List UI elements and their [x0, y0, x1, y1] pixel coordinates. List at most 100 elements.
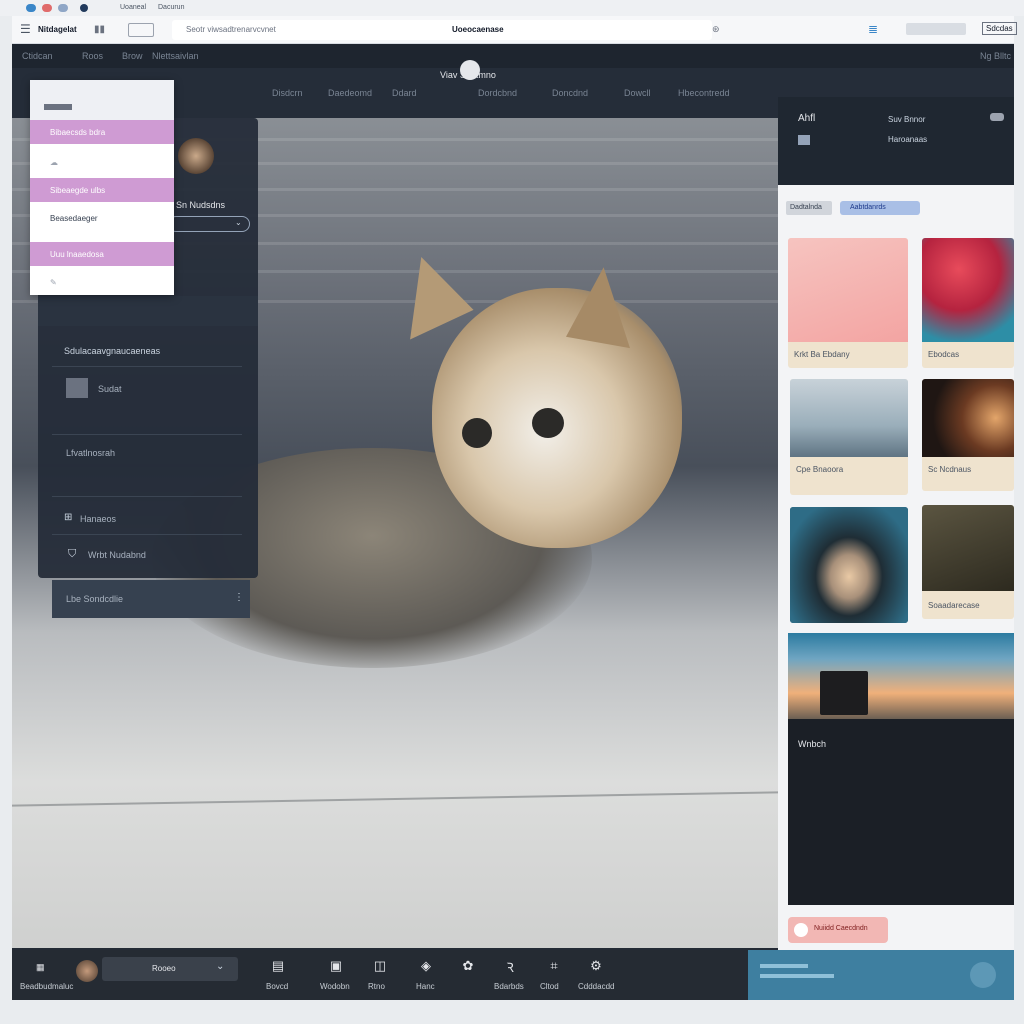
gallery-card[interactable] [790, 507, 908, 623]
settings-icon[interactable]: ⚙ [586, 958, 606, 976]
info-icon[interactable]: ⊛ [712, 24, 720, 35]
user-label: Beadbudmaluc [20, 982, 74, 991]
search-input[interactable]: Rooeo ⌄ [102, 957, 238, 981]
secondary-nav-link[interactable]: Ddard [392, 88, 417, 98]
tool-label[interactable]: Bdarbds [494, 982, 524, 991]
filter-chip[interactable]: Dadtalnda [786, 201, 832, 215]
list-item[interactable]: Wrbt Nudabnd [88, 550, 146, 560]
filter-chip-active[interactable]: Aabtdanrds [840, 201, 920, 215]
grid-icon[interactable]: ▦ [36, 962, 45, 973]
gallery-card[interactable]: Soaadarecase [922, 505, 1014, 619]
dropdown-item-5[interactable]: ✎ [30, 270, 174, 294]
drop-icon[interactable] [970, 962, 996, 988]
gallery-card[interactable]: Krkt Ba Ebdany [788, 238, 908, 368]
header-label[interactable]: Haroanaas [888, 135, 927, 144]
dropdown-item-label: Bibaecsds bdra [50, 128, 106, 137]
secondary-nav-link[interactable]: Doncdnd [552, 88, 588, 98]
bottom-bar: ▦ Beadbudmaluc Rooeo ⌄ ▤ Bovcd ▣ Wodobn … [12, 950, 748, 1000]
pink-button[interactable]: Nuiidd Caecdndn [788, 917, 888, 943]
image-icon[interactable]: ▣ [326, 958, 346, 976]
right-panel-header: Ahfl Suv Bnnor Haroanaas [778, 97, 1014, 185]
secondary-nav-link[interactable]: Disdcrn [272, 88, 303, 98]
url-text: Seotr viwsadtrenarvcvnet [186, 25, 276, 34]
profile-select[interactable]: ⌄ [168, 216, 250, 232]
header-label[interactable]: Ahfl [798, 113, 815, 124]
dropdown-menu: Bibaecsds bdra ☁ Sibeaegde ulbs Beasedae… [30, 80, 174, 295]
profile-icon[interactable] [80, 4, 88, 12]
tool-label[interactable]: Cdddacdd [578, 982, 614, 991]
window-max-icon[interactable] [58, 4, 68, 12]
dropdown-item-2[interactable]: Sibeaegde ulbs [30, 178, 174, 202]
dropdown-item-0[interactable]: Bibaecsds bdra [30, 120, 174, 144]
button-icon [794, 923, 808, 937]
list-item[interactable]: Hanaeos [80, 514, 116, 524]
tool-label[interactable]: Cltod [540, 982, 559, 991]
gallery-card[interactable]: Sc Ncdnaus [922, 379, 1014, 491]
edit-icon: ✎ [50, 278, 57, 287]
kitten-eye [462, 418, 492, 448]
browser-toolbar: ☰ Nitdagelat ▮▮ Seotr viwsadtrenarvcvnet… [12, 16, 1017, 44]
secondary-nav-link[interactable]: Daedeomd [328, 88, 372, 98]
gallery-card[interactable]: Cpe Bnaoora [790, 379, 908, 495]
browser-tab[interactable]: Uoaneal [120, 4, 146, 11]
browser-tab[interactable]: Dacurun [158, 4, 184, 11]
right-panel: Ahfl Suv Bnnor Haroanaas Dadtalnda Aabtd… [778, 97, 1014, 950]
dropdown-item-label: Beasedaeger [50, 214, 98, 223]
tool-label[interactable]: Rtno [368, 982, 385, 991]
card-image [790, 507, 908, 623]
grip-icon[interactable]: ⋮ [234, 592, 244, 603]
dropdown-item-4[interactable]: Uuu lnaaedosa [30, 242, 174, 266]
dropdown-item-3[interactable]: Beasedaeger [30, 206, 174, 240]
tool-label[interactable]: Bovcd [266, 982, 288, 991]
username: Sn Nudsdns [176, 200, 226, 210]
sunset-banner[interactable] [788, 633, 1014, 719]
tool-label[interactable]: Hanc [416, 982, 435, 991]
panel-footer[interactable]: Lbe Sondcdlie ⋮ [52, 580, 250, 618]
list-item[interactable]: Lfvatlnosrah [66, 448, 115, 458]
gallery-card[interactable]: Ebodcas [922, 238, 1014, 368]
card-image [922, 379, 1014, 457]
user-avatar[interactable] [76, 960, 98, 982]
menu-icon[interactable]: ▤ [268, 958, 288, 976]
card-caption: Cpe Bnaoora [796, 465, 844, 474]
back-icon[interactable]: ▮▮ [94, 24, 105, 35]
secondary-nav-link[interactable]: Dordcbnd [478, 88, 517, 98]
photo-icon[interactable]: ◫ [370, 958, 390, 976]
layers-icon[interactable]: ◈ [416, 958, 436, 976]
list-item[interactable]: Sudat [98, 384, 122, 394]
address-bar[interactable]: Seotr viwsadtrenarvcvnet Uoeocaenase [172, 20, 712, 40]
kitten-ear [380, 246, 474, 340]
dropdown-item-1[interactable]: ☁ [30, 150, 174, 174]
secondary-nav-link[interactable]: Dowcll [624, 88, 651, 98]
search-value: Rooeo [152, 964, 176, 973]
top-nav-link[interactable]: Nlettsaivlan [152, 51, 199, 61]
tool-label[interactable]: Wodobn [320, 982, 350, 991]
tab-switcher-icon[interactable] [128, 23, 154, 37]
extension-bar[interactable] [906, 23, 966, 35]
browser-titlebar: Uoaneal Dacurun [0, 0, 1024, 16]
toolbar-button[interactable]: Sdcdas [982, 22, 1017, 35]
avatar[interactable] [178, 138, 214, 174]
top-nav-link[interactable]: Ctidcan [22, 51, 53, 61]
card-caption: Krkt Ba Ebdany [794, 350, 850, 359]
top-nav-link[interactable]: Roos [82, 51, 103, 61]
logo-icon [460, 60, 480, 80]
window-min-icon[interactable] [42, 4, 52, 12]
text-icon[interactable]: Ꝛ [500, 958, 520, 976]
list-icon[interactable]: ≣ [868, 22, 878, 36]
top-nav-link[interactable]: Brow [122, 51, 143, 61]
menu-icon[interactable]: ☰ [20, 22, 31, 36]
card-image [790, 379, 908, 457]
image-icon: ⊞ [64, 512, 73, 523]
toggle-icon[interactable] [990, 113, 1004, 121]
kitten-eye [532, 408, 564, 438]
header-label[interactable]: Suv Bnnor [888, 115, 925, 124]
window-close-icon[interactable] [26, 4, 36, 12]
crop-icon[interactable]: ⌗ [544, 958, 564, 976]
brush-icon[interactable]: ✿ [458, 958, 478, 976]
nav-label[interactable]: Nitdagelat [38, 25, 77, 34]
top-nav-right[interactable]: Ng Blltc [980, 51, 1011, 61]
divider [52, 534, 242, 535]
secondary-nav-link[interactable]: Hbecontredd [678, 88, 730, 98]
grid-icon[interactable] [798, 135, 810, 145]
